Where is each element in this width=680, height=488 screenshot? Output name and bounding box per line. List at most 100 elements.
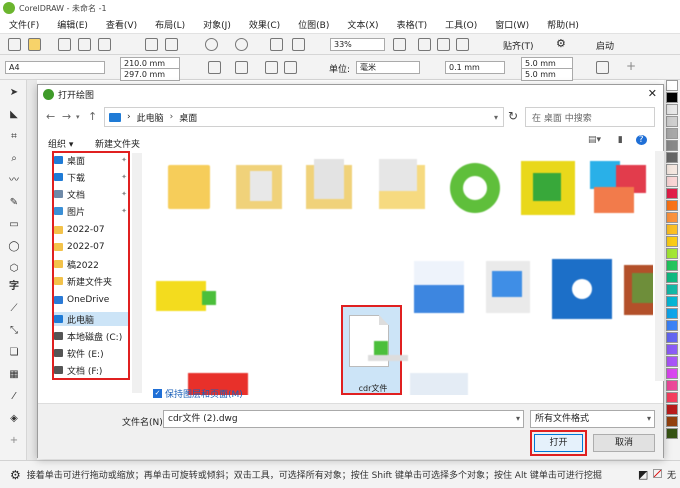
launch-button[interactable]: 启动	[596, 39, 614, 52]
menu-item[interactable]: 文件(F)	[0, 18, 48, 31]
refresh-icon[interactable]: ↻	[508, 109, 518, 123]
export-icon[interactable]	[292, 38, 305, 51]
back-arrow-icon[interactable]: ←	[46, 110, 55, 123]
page-size-select[interactable]: A4	[5, 61, 105, 74]
color-swatch[interactable]	[666, 404, 678, 415]
paste-icon[interactable]	[165, 38, 178, 51]
app-thumbnail[interactable]	[588, 159, 646, 215]
address-bar[interactable]: › 此电脑 › 桌面 ▾	[104, 107, 504, 127]
copy-icon[interactable]	[145, 38, 158, 51]
app-thumbnail[interactable]	[156, 261, 218, 317]
page-border-icon[interactable]	[596, 61, 609, 74]
new-document-icon[interactable]	[8, 38, 21, 51]
cloud-upload-icon[interactable]	[98, 38, 111, 51]
file-type-select[interactable]: 所有文件格式 ▾	[530, 410, 655, 428]
color-swatch[interactable]	[666, 260, 678, 271]
color-swatch[interactable]	[666, 344, 678, 355]
redo-icon[interactable]	[235, 38, 248, 51]
transparency-icon[interactable]: ▦	[7, 368, 21, 381]
cancel-button[interactable]: 取消	[593, 434, 655, 452]
menu-item[interactable]: 编辑(E)	[48, 18, 97, 31]
open-button[interactable]: 打开	[534, 434, 583, 452]
menu-item[interactable]: 文本(X)	[338, 18, 387, 31]
app-thumbnail[interactable]	[446, 159, 504, 215]
color-swatch[interactable]	[666, 248, 678, 259]
folder-thumbnail[interactable]	[230, 159, 288, 215]
color-swatch[interactable]	[666, 152, 678, 163]
preview-pane-icon[interactable]: ▮	[618, 135, 623, 145]
full-screen-icon[interactable]	[393, 38, 406, 51]
color-swatch[interactable]	[666, 416, 678, 427]
grid-icon[interactable]	[437, 38, 450, 51]
options-gear-icon[interactable]: ⚙	[556, 37, 566, 50]
polygon-tool-icon[interactable]: ⬡	[7, 262, 21, 275]
color-swatch[interactable]	[666, 296, 678, 307]
keep-layers-option[interactable]: ✓ 保持图层和页面(M)	[153, 387, 243, 400]
breadcrumb-desktop[interactable]: 桌面	[179, 111, 197, 124]
interactive-fill-icon[interactable]: ◈	[7, 412, 21, 425]
address-dropdown-icon[interactable]: ▾	[494, 113, 498, 122]
color-swatch[interactable]	[666, 128, 678, 139]
color-swatch[interactable]	[666, 428, 678, 439]
page-height-field[interactable]: 297.0 mm	[120, 68, 180, 81]
guidelines-icon[interactable]	[456, 38, 469, 51]
app-thumbnail[interactable]	[622, 261, 653, 317]
app-thumbnail[interactable]	[519, 159, 577, 215]
new-folder-button[interactable]: 新建文件夹	[95, 137, 140, 150]
folder-thumbnail[interactable]	[300, 159, 358, 215]
shape-tool-icon[interactable]: ◣	[7, 108, 21, 121]
app-thumbnail[interactable]	[410, 373, 468, 395]
text-tool-icon[interactable]: 字	[7, 280, 21, 293]
color-swatch[interactable]	[666, 116, 678, 127]
add-tool-icon[interactable]: +	[7, 434, 21, 447]
crop-tool-icon[interactable]: ⌗	[7, 130, 21, 143]
file-list-scrollbar[interactable]	[655, 151, 664, 381]
color-swatch[interactable]	[666, 356, 678, 367]
folder-thumbnail[interactable]	[160, 159, 218, 215]
menu-item[interactable]: 表格(T)	[388, 18, 437, 31]
menu-item[interactable]: 窗口(W)	[486, 18, 538, 31]
open-folder-icon[interactable]	[28, 38, 41, 51]
search-box[interactable]: 在 桌面 中搜索	[525, 107, 655, 127]
help-icon[interactable]: ?	[635, 135, 647, 145]
dialog-close-icon[interactable]: ✕	[648, 87, 657, 100]
color-swatch[interactable]	[666, 92, 678, 103]
color-swatch[interactable]	[666, 284, 678, 295]
color-swatch[interactable]	[666, 164, 678, 175]
color-swatch[interactable]	[666, 272, 678, 283]
freehand-tool-icon[interactable]: 〰	[7, 174, 21, 187]
color-swatch[interactable]	[666, 308, 678, 319]
pick-tool-icon[interactable]: ➤	[7, 86, 21, 99]
all-pages-icon[interactable]	[265, 61, 278, 74]
color-swatch[interactable]	[666, 140, 678, 151]
menu-item[interactable]: 查看(V)	[97, 18, 146, 31]
menu-item[interactable]: 布局(L)	[146, 18, 194, 31]
import-icon[interactable]	[270, 38, 283, 51]
orientation-portrait-icon[interactable]	[208, 61, 221, 74]
app-thumbnail[interactable]	[410, 261, 468, 317]
settings-gear-icon[interactable]: ⚙	[10, 468, 21, 482]
color-swatch[interactable]	[666, 392, 678, 403]
keep-layers-checkbox[interactable]: ✓	[153, 389, 162, 398]
breadcrumb-this-pc[interactable]: 此电脑	[137, 111, 164, 124]
color-swatch[interactable]	[666, 200, 678, 211]
print-icon[interactable]	[78, 38, 91, 51]
color-swatch[interactable]	[666, 212, 678, 223]
menu-item[interactable]: 效果(C)	[240, 18, 289, 31]
filename-dropdown-icon[interactable]: ▾	[516, 411, 520, 427]
navigation-scrollbar[interactable]	[132, 153, 142, 393]
menu-item[interactable]: 帮助(H)	[538, 18, 588, 31]
orientation-landscape-icon[interactable]	[235, 61, 248, 74]
recent-locations-icon[interactable]: ▾	[76, 113, 80, 121]
duplicate-y-field[interactable]: 5.0 mm	[521, 68, 573, 81]
up-arrow-icon[interactable]: ↑	[88, 110, 97, 123]
nudge-distance-field[interactable]: 0.1 mm	[445, 61, 505, 74]
file-type-dropdown-icon[interactable]: ▾	[647, 411, 651, 427]
forward-arrow-icon[interactable]: →	[62, 110, 71, 123]
color-swatch[interactable]	[666, 368, 678, 379]
zoom-tool-icon[interactable]: ⌕	[7, 152, 21, 165]
drop-shadow-icon[interactable]: ❏	[7, 346, 21, 359]
organize-button[interactable]: 组织 ▾	[48, 137, 73, 150]
view-mode-icon[interactable]: ▤▾	[588, 135, 601, 145]
menu-item[interactable]: 对象(J)	[194, 18, 240, 31]
